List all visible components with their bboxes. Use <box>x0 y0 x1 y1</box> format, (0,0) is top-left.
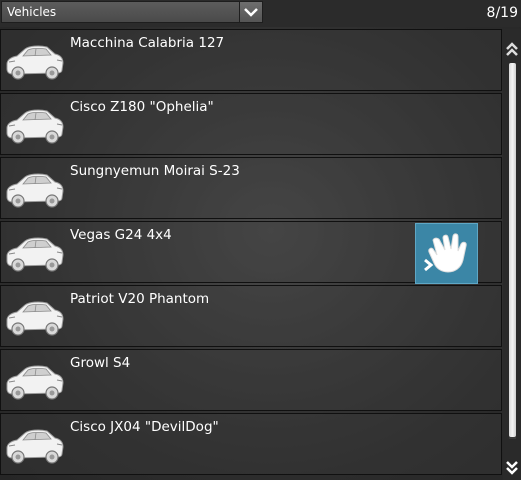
grab-button[interactable] <box>415 223 478 284</box>
car-icon <box>6 365 64 400</box>
vehicle-name: Macchina Calabria 127 <box>70 35 225 51</box>
scroll-up-button[interactable] <box>503 37 521 61</box>
scroll-thumb[interactable] <box>509 63 516 437</box>
vehicle-name: Sungnyemun Moirai S-23 <box>70 163 240 179</box>
category-dropdown[interactable]: Vehicles <box>1 1 263 23</box>
list-item[interactable]: Patriot V20 Phantom <box>0 285 502 347</box>
car-icon <box>6 109 64 144</box>
list-item[interactable]: Macchina Calabria 127 <box>0 29 502 91</box>
chevron-down-icon <box>244 8 258 17</box>
car-icon <box>6 45 64 80</box>
vehicle-name: Cisco Z180 "Ophelia" <box>70 99 214 115</box>
dropdown-button[interactable] <box>239 2 262 22</box>
list-item[interactable]: Growl S4 <box>0 349 502 411</box>
car-icon <box>6 429 64 464</box>
scrollbar[interactable] <box>503 29 521 480</box>
list-item[interactable]: Cisco Z180 "Ophelia" <box>0 93 502 155</box>
scroll-track[interactable] <box>509 63 516 439</box>
car-icon <box>6 301 64 336</box>
car-icon <box>6 173 64 208</box>
double-chevron-down-icon <box>506 461 518 475</box>
list-item[interactable]: Sungnyemun Moirai S-23 <box>0 157 502 219</box>
vehicle-name: Growl S4 <box>70 355 131 371</box>
double-chevron-up-icon <box>506 42 518 56</box>
car-icon <box>6 237 64 272</box>
list-item[interactable]: Vegas G24 4x4 <box>0 221 502 284</box>
vehicle-name: Patriot V20 Phantom <box>70 291 210 307</box>
vehicle-name: Cisco JX04 "DevilDog" <box>70 419 219 435</box>
category-label: Vehicles <box>7 5 57 19</box>
hand-grab-icon <box>423 232 467 273</box>
item-count: 8/19 <box>486 5 518 21</box>
list-item[interactable]: Cisco JX04 "DevilDog" <box>0 413 502 475</box>
scroll-down-button[interactable] <box>503 457 521 479</box>
vehicle-list: Macchina Calabria 127 Cisco Z180 "Opheli… <box>0 29 502 480</box>
vehicle-name: Vegas G24 4x4 <box>70 227 172 243</box>
top-bar: Vehicles 8/19 <box>0 0 521 27</box>
